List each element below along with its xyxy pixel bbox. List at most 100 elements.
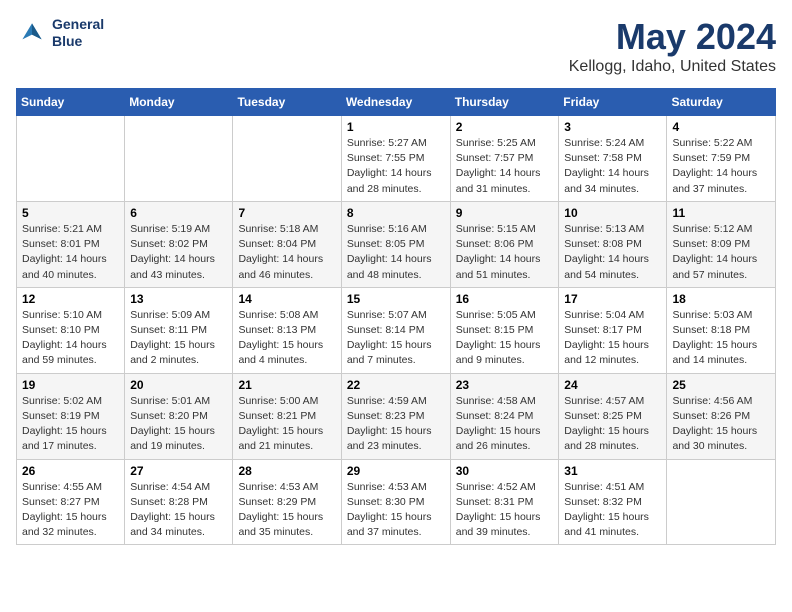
calendar-cell: 20 Sunrise: 5:01 AM Sunset: 8:20 PM Dayli… — [125, 373, 233, 459]
day-header-sunday: Sunday — [17, 89, 125, 116]
calendar-cell: 10 Sunrise: 5:13 AM Sunset: 8:08 PM Dayli… — [559, 201, 667, 287]
day-number: 24 — [564, 378, 661, 392]
calendar-cell: 31Sunrise: 4:51 AM Sunset: 8:32 PM Dayli… — [559, 459, 667, 545]
day-info: Sunrise: 5:02 AM Sunset: 8:19 PM Dayligh… — [22, 394, 119, 455]
day-number: 9 — [456, 206, 554, 220]
day-header-friday: Friday — [559, 89, 667, 116]
day-info: Sunrise: 4:52 AM Sunset: 8:31 PM Dayligh… — [456, 480, 554, 541]
day-number: 8 — [347, 206, 445, 220]
day-number: 26 — [22, 464, 119, 478]
calendar-cell — [667, 459, 776, 545]
calendar-cell — [17, 116, 125, 202]
day-number: 20 — [130, 378, 227, 392]
day-info: Sunrise: 5:04 AM Sunset: 8:17 PM Dayligh… — [564, 308, 661, 369]
day-info: Sunrise: 5:27 AM Sunset: 7:55 PM Dayligh… — [347, 136, 445, 197]
day-info: Sunrise: 4:51 AM Sunset: 8:32 PM Dayligh… — [564, 480, 661, 541]
calendar-cell: 2Sunrise: 5:25 AM Sunset: 7:57 PM Daylig… — [450, 116, 559, 202]
day-info: Sunrise: 4:59 AM Sunset: 8:23 PM Dayligh… — [347, 394, 445, 455]
calendar-cell: 1 Sunrise: 5:27 AM Sunset: 7:55 PM Daylig… — [341, 116, 450, 202]
day-number: 16 — [456, 292, 554, 306]
day-info: Sunrise: 5:05 AM Sunset: 8:15 PM Dayligh… — [456, 308, 554, 369]
day-header-monday: Monday — [125, 89, 233, 116]
page-header: General Blue May 2024 Kellogg, Idaho, Un… — [16, 16, 776, 76]
day-header-thursday: Thursday — [450, 89, 559, 116]
day-info: Sunrise: 5:13 AM Sunset: 8:08 PM Dayligh… — [564, 222, 661, 283]
day-number: 25 — [672, 378, 770, 392]
calendar-body: 1 Sunrise: 5:27 AM Sunset: 7:55 PM Daylig… — [17, 116, 776, 545]
day-info: Sunrise: 4:53 AM Sunset: 8:30 PM Dayligh… — [347, 480, 445, 541]
day-number: 23 — [456, 378, 554, 392]
calendar-week-3: 12 Sunrise: 5:10 AM Sunset: 8:10 PM Dayli… — [17, 287, 776, 373]
day-info: Sunrise: 4:54 AM Sunset: 8:28 PM Dayligh… — [130, 480, 227, 541]
day-info: Sunrise: 5:00 AM Sunset: 8:21 PM Dayligh… — [238, 394, 335, 455]
day-number: 22 — [347, 378, 445, 392]
day-header-saturday: Saturday — [667, 89, 776, 116]
day-headers-row: SundayMondayTuesdayWednesdayThursdayFrid… — [17, 89, 776, 116]
day-info: Sunrise: 5:12 AM Sunset: 8:09 PM Dayligh… — [672, 222, 770, 283]
day-number: 1 — [347, 120, 445, 134]
calendar-cell: 11 Sunrise: 5:12 AM Sunset: 8:09 PM Dayli… — [667, 201, 776, 287]
calendar-week-5: 26 Sunrise: 4:55 AM Sunset: 8:27 PM Dayli… — [17, 459, 776, 545]
calendar-header: SundayMondayTuesdayWednesdayThursdayFrid… — [17, 89, 776, 116]
day-number: 29 — [347, 464, 445, 478]
day-number: 3 — [564, 120, 661, 134]
calendar-cell: 21 Sunrise: 5:00 AM Sunset: 8:21 PM Dayli… — [233, 373, 341, 459]
logo: General Blue — [16, 16, 104, 50]
day-info: Sunrise: 5:07 AM Sunset: 8:14 PM Dayligh… — [347, 308, 445, 369]
day-number: 30 — [456, 464, 554, 478]
calendar-cell: 15 Sunrise: 5:07 AM Sunset: 8:14 PM Dayli… — [341, 287, 450, 373]
calendar-table: SundayMondayTuesdayWednesdayThursdayFrid… — [16, 88, 776, 545]
day-number: 15 — [347, 292, 445, 306]
calendar-cell — [125, 116, 233, 202]
calendar-cell: 4Sunrise: 5:22 AM Sunset: 7:59 PM Daylig… — [667, 116, 776, 202]
day-number: 27 — [130, 464, 227, 478]
day-info: Sunrise: 4:55 AM Sunset: 8:27 PM Dayligh… — [22, 480, 119, 541]
calendar-cell: 14Sunrise: 5:08 AM Sunset: 8:13 PM Dayli… — [233, 287, 341, 373]
day-info: Sunrise: 5:10 AM Sunset: 8:10 PM Dayligh… — [22, 308, 119, 369]
day-number: 19 — [22, 378, 119, 392]
calendar-cell: 19 Sunrise: 5:02 AM Sunset: 8:19 PM Dayli… — [17, 373, 125, 459]
day-info: Sunrise: 5:21 AM Sunset: 8:01 PM Dayligh… — [22, 222, 119, 283]
logo-icon — [16, 17, 48, 49]
day-info: Sunrise: 4:53 AM Sunset: 8:29 PM Dayligh… — [238, 480, 335, 541]
month-title: May 2024 — [569, 16, 776, 58]
calendar-cell: 23 Sunrise: 4:58 AM Sunset: 8:24 PM Dayli… — [450, 373, 559, 459]
day-info: Sunrise: 5:01 AM Sunset: 8:20 PM Dayligh… — [130, 394, 227, 455]
day-number: 10 — [564, 206, 661, 220]
day-info: Sunrise: 4:56 AM Sunset: 8:26 PM Dayligh… — [672, 394, 770, 455]
calendar-cell: 12 Sunrise: 5:10 AM Sunset: 8:10 PM Dayli… — [17, 287, 125, 373]
day-number: 6 — [130, 206, 227, 220]
calendar-cell: 29 Sunrise: 4:53 AM Sunset: 8:30 PM Dayli… — [341, 459, 450, 545]
calendar-cell: 7Sunrise: 5:18 AM Sunset: 8:04 PM Daylig… — [233, 201, 341, 287]
location: Kellogg, Idaho, United States — [569, 58, 776, 76]
calendar-week-1: 1 Sunrise: 5:27 AM Sunset: 7:55 PM Daylig… — [17, 116, 776, 202]
day-number: 18 — [672, 292, 770, 306]
calendar-cell: 8 Sunrise: 5:16 AM Sunset: 8:05 PM Daylig… — [341, 201, 450, 287]
calendar-week-2: 5Sunrise: 5:21 AM Sunset: 8:01 PM Daylig… — [17, 201, 776, 287]
day-info: Sunrise: 5:19 AM Sunset: 8:02 PM Dayligh… — [130, 222, 227, 283]
calendar-cell: 28 Sunrise: 4:53 AM Sunset: 8:29 PM Dayli… — [233, 459, 341, 545]
calendar-week-4: 19 Sunrise: 5:02 AM Sunset: 8:19 PM Dayli… — [17, 373, 776, 459]
day-number: 21 — [238, 378, 335, 392]
day-info: Sunrise: 5:03 AM Sunset: 8:18 PM Dayligh… — [672, 308, 770, 369]
day-info: Sunrise: 4:57 AM Sunset: 8:25 PM Dayligh… — [564, 394, 661, 455]
day-number: 28 — [238, 464, 335, 478]
day-info: Sunrise: 5:24 AM Sunset: 7:58 PM Dayligh… — [564, 136, 661, 197]
day-info: Sunrise: 5:15 AM Sunset: 8:06 PM Dayligh… — [456, 222, 554, 283]
title-block: May 2024 Kellogg, Idaho, United States — [569, 16, 776, 76]
calendar-cell — [233, 116, 341, 202]
day-number: 17 — [564, 292, 661, 306]
logo-text: General Blue — [52, 16, 104, 50]
calendar-cell: 16 Sunrise: 5:05 AM Sunset: 8:15 PM Dayli… — [450, 287, 559, 373]
day-number: 14 — [238, 292, 335, 306]
day-number: 12 — [22, 292, 119, 306]
day-info: Sunrise: 4:58 AM Sunset: 8:24 PM Dayligh… — [456, 394, 554, 455]
day-number: 4 — [672, 120, 770, 134]
day-info: Sunrise: 5:16 AM Sunset: 8:05 PM Dayligh… — [347, 222, 445, 283]
day-info: Sunrise: 5:09 AM Sunset: 8:11 PM Dayligh… — [130, 308, 227, 369]
calendar-cell: 30 Sunrise: 4:52 AM Sunset: 8:31 PM Dayli… — [450, 459, 559, 545]
calendar-cell: 5Sunrise: 5:21 AM Sunset: 8:01 PM Daylig… — [17, 201, 125, 287]
calendar-cell: 25 Sunrise: 4:56 AM Sunset: 8:26 PM Dayli… — [667, 373, 776, 459]
day-info: Sunrise: 5:25 AM Sunset: 7:57 PM Dayligh… — [456, 136, 554, 197]
day-number: 11 — [672, 206, 770, 220]
